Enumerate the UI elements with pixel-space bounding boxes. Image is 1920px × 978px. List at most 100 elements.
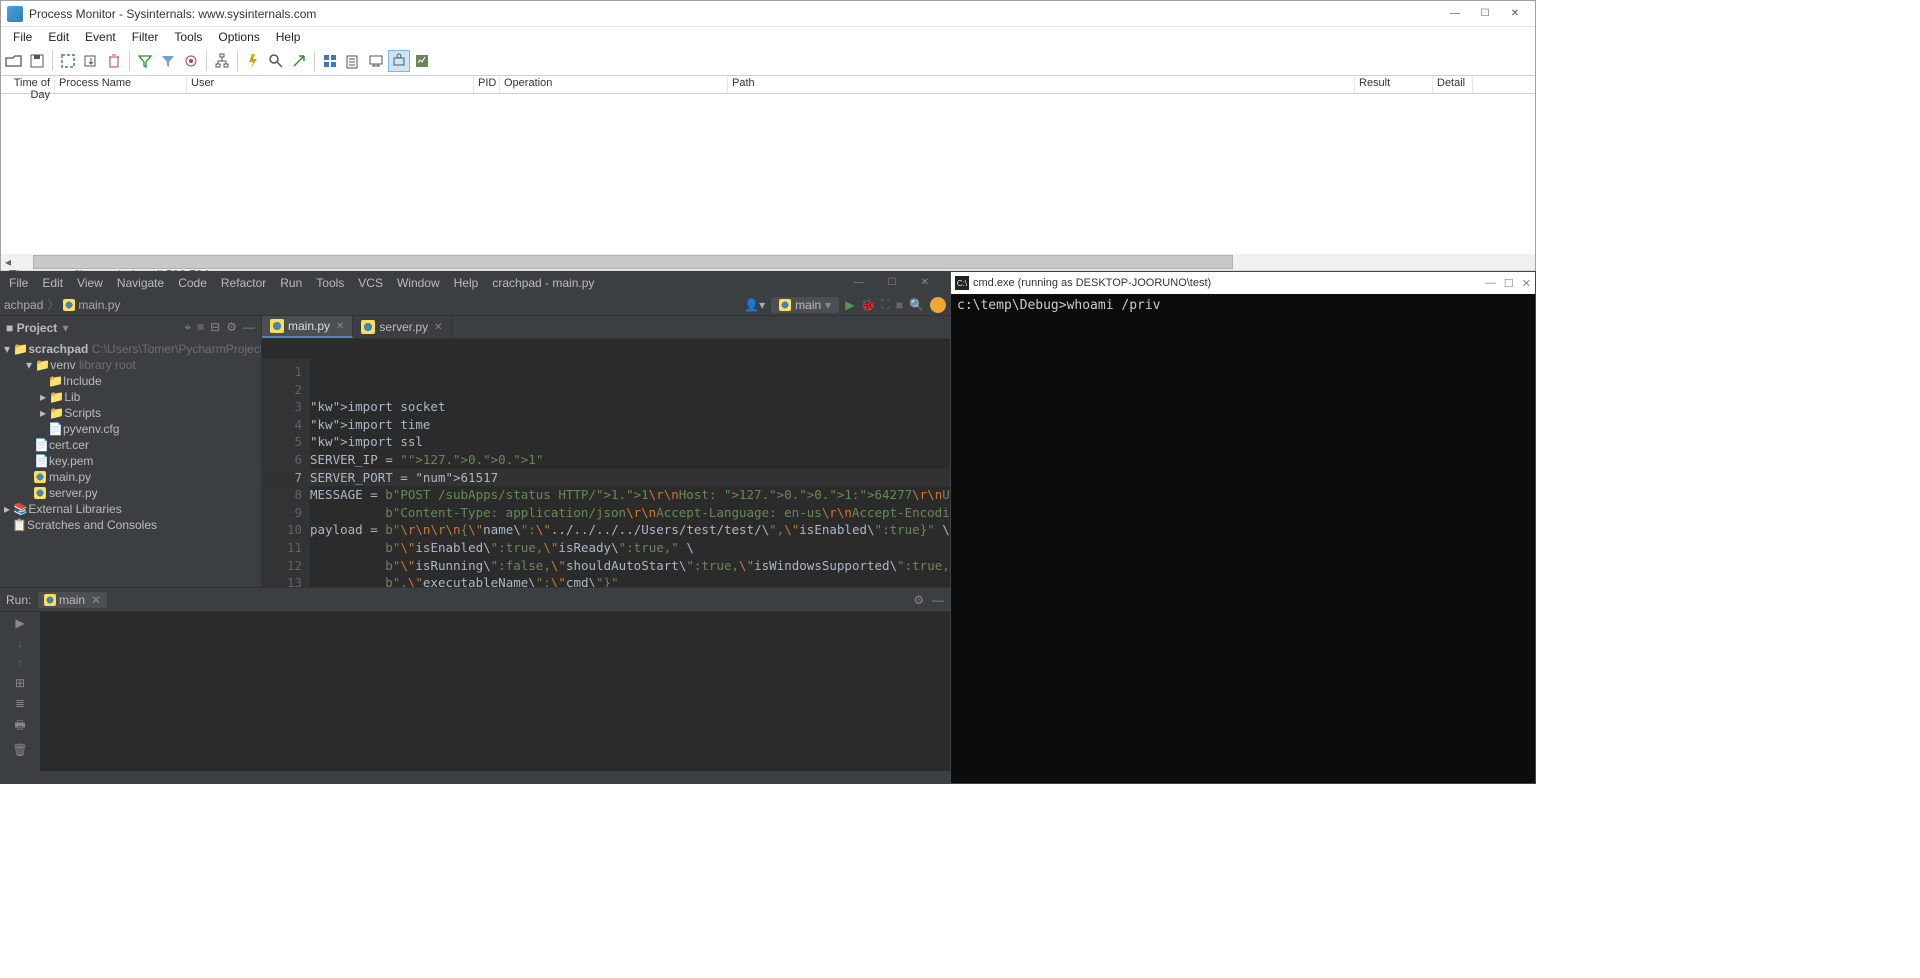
- clear-output-button[interactable]: 🗑: [12, 743, 27, 757]
- open-icon[interactable]: [3, 50, 25, 72]
- project-tool-button[interactable]: ■ Project ▾: [6, 321, 69, 335]
- find-icon[interactable]: [265, 50, 287, 72]
- console-output[interactable]: [40, 612, 950, 771]
- debug-button[interactable]: 🐞: [860, 298, 875, 312]
- expand-all-icon[interactable]: ≡: [197, 320, 204, 335]
- ide-maximize-button[interactable]: ☐: [881, 277, 904, 288]
- tab-main-py[interactable]: main.py✕: [262, 316, 353, 338]
- run-toolwindow-header[interactable]: Run: main✕ ⚙ —: [0, 587, 950, 611]
- menu-event[interactable]: Event: [77, 29, 124, 45]
- ide-update-indicator[interactable]: [930, 297, 946, 313]
- menu-help[interactable]: Help: [268, 29, 309, 45]
- select-opened-file-icon[interactable]: ⌖: [184, 320, 191, 335]
- ide-menu-help[interactable]: Help: [447, 276, 486, 290]
- col-user[interactable]: User: [187, 76, 474, 93]
- ide-menu-refactor[interactable]: Refactor: [214, 276, 273, 290]
- cmd-maximize-button[interactable]: ☐: [1504, 277, 1514, 290]
- menu-file[interactable]: File: [5, 29, 40, 45]
- filesystem-icon[interactable]: [342, 50, 364, 72]
- capture-icon[interactable]: [57, 50, 79, 72]
- ide-menu-edit[interactable]: Edit: [35, 276, 70, 290]
- ide-menu-window[interactable]: Window: [390, 276, 447, 290]
- menu-tools[interactable]: Tools: [166, 29, 210, 45]
- ide-minimize-button[interactable]: —: [847, 277, 871, 288]
- procmon-titlebar[interactable]: Process Monitor - Sysinternals: www.sysi…: [1, 1, 1535, 27]
- scroll-end-button[interactable]: ≣: [15, 696, 25, 710]
- clear-icon[interactable]: [103, 50, 125, 72]
- cmd-minimize-button[interactable]: —: [1485, 277, 1496, 290]
- col-path[interactable]: Path: [728, 76, 1355, 93]
- run-button[interactable]: ▶: [845, 298, 854, 312]
- stop-run-button[interactable]: ↓: [17, 636, 23, 650]
- col-detail[interactable]: Detail: [1433, 76, 1473, 93]
- rerun-button[interactable]: ▶: [15, 616, 24, 630]
- line-gutter[interactable]: 12345678910111213: [262, 359, 310, 587]
- settings-icon[interactable]: ⚙: [226, 320, 237, 335]
- ide-menu-view[interactable]: View: [70, 276, 110, 290]
- run-settings-icon[interactable]: ⚙: [913, 593, 924, 607]
- soft-wrap-button[interactable]: ⊞: [15, 676, 25, 690]
- cmd-command: whoami /priv: [1067, 298, 1161, 313]
- cmd-terminal[interactable]: c:\temp\Debug>whoami /priv: [951, 294, 1535, 317]
- col-pid[interactable]: PID: [474, 76, 500, 93]
- close-icon[interactable]: ✕: [336, 321, 344, 332]
- autoscroll-icon[interactable]: [80, 50, 102, 72]
- tab-server-py[interactable]: server.py✕: [353, 316, 451, 338]
- close-button[interactable]: ✕: [1501, 4, 1529, 24]
- project-tree[interactable]: ▾ 📁 scrachpad C:\Users\Tomer\PycharmProj…: [0, 339, 261, 535]
- ide-menu-code[interactable]: Code: [171, 276, 214, 290]
- procmon-window: Process Monitor - Sysinternals: www.sysi…: [0, 0, 1536, 271]
- ide-menu-vcs[interactable]: VCS: [351, 276, 390, 290]
- menu-filter[interactable]: Filter: [124, 29, 167, 45]
- col-operation[interactable]: Operation: [500, 76, 728, 93]
- ide-menu-tools[interactable]: Tools: [309, 276, 351, 290]
- add-user-icon[interactable]: 👤▾: [744, 298, 765, 312]
- cmd-close-button[interactable]: ✕: [1522, 277, 1531, 290]
- ide-close-button[interactable]: ✕: [914, 277, 936, 288]
- ide-menu-file[interactable]: File: [2, 276, 35, 290]
- network-icon[interactable]: [365, 50, 387, 72]
- col-processname[interactable]: Process Name: [55, 76, 187, 93]
- run-config-selector[interactable]: main ▾: [771, 297, 839, 313]
- filter-icon[interactable]: [134, 50, 156, 72]
- run-hide-icon[interactable]: —: [932, 593, 944, 607]
- breadcrumb-file[interactable]: main.py: [78, 298, 120, 312]
- tree-icon[interactable]: [211, 50, 233, 72]
- ide-menu-run[interactable]: Run: [273, 276, 309, 290]
- procmon-menubar: File Edit Event Filter Tools Options Hel…: [1, 27, 1535, 47]
- process-icon[interactable]: [388, 50, 410, 72]
- up-stack-button[interactable]: ↑: [17, 656, 23, 670]
- highlight-icon[interactable]: [157, 50, 179, 72]
- registry-icon[interactable]: [319, 50, 341, 72]
- target-icon[interactable]: [180, 50, 202, 72]
- close-icon[interactable]: ✕: [434, 322, 442, 333]
- stop-button[interactable]: ■: [896, 298, 903, 312]
- cmd-icon: C:\: [955, 276, 969, 290]
- menu-options[interactable]: Options: [210, 29, 267, 45]
- save-icon[interactable]: [26, 50, 48, 72]
- procmon-title: Process Monitor - Sysinternals: www.sysi…: [29, 7, 1441, 21]
- search-everywhere-icon[interactable]: 🔍: [909, 298, 924, 312]
- jump-icon[interactable]: [288, 50, 310, 72]
- menu-edit[interactable]: Edit: [40, 29, 77, 45]
- procmon-event-list[interactable]: [1, 94, 1535, 254]
- col-result[interactable]: Result: [1355, 76, 1433, 93]
- cmd-titlebar[interactable]: C:\ cmd.exe (running as DESKTOP-JOORUNO\…: [951, 272, 1535, 294]
- print-button[interactable]: 🖶: [14, 716, 25, 737]
- hide-panel-icon[interactable]: —: [243, 320, 255, 335]
- ide-menu-navigate[interactable]: Navigate: [110, 276, 171, 290]
- procmon-toolbar: [1, 47, 1535, 76]
- scrollbar-thumb[interactable]: [33, 255, 1233, 269]
- ide-navbar: achpad 〉 main.py 👤▾ main ▾ ▶ 🐞 ⛶ ■ 🔍: [0, 294, 950, 316]
- procmon-hscrollbar[interactable]: ◂: [1, 254, 1535, 270]
- coverage-button[interactable]: ⛶: [881, 297, 889, 312]
- breadcrumb-root[interactable]: achpad: [4, 298, 43, 312]
- col-timeofday[interactable]: Time of Day: [1, 76, 55, 93]
- profiling-icon[interactable]: [411, 50, 433, 72]
- minimize-button[interactable]: —: [1441, 4, 1469, 24]
- maximize-button[interactable]: ☐: [1471, 4, 1499, 24]
- event-icon[interactable]: [242, 50, 264, 72]
- collapse-all-icon[interactable]: ⊟: [210, 320, 220, 335]
- run-output: ▶ ↓ ↑ ⊞ ≣ 🖶 🗑: [0, 611, 950, 771]
- procmon-column-headers: Time of Day Process Name User PID Operat…: [1, 76, 1535, 94]
